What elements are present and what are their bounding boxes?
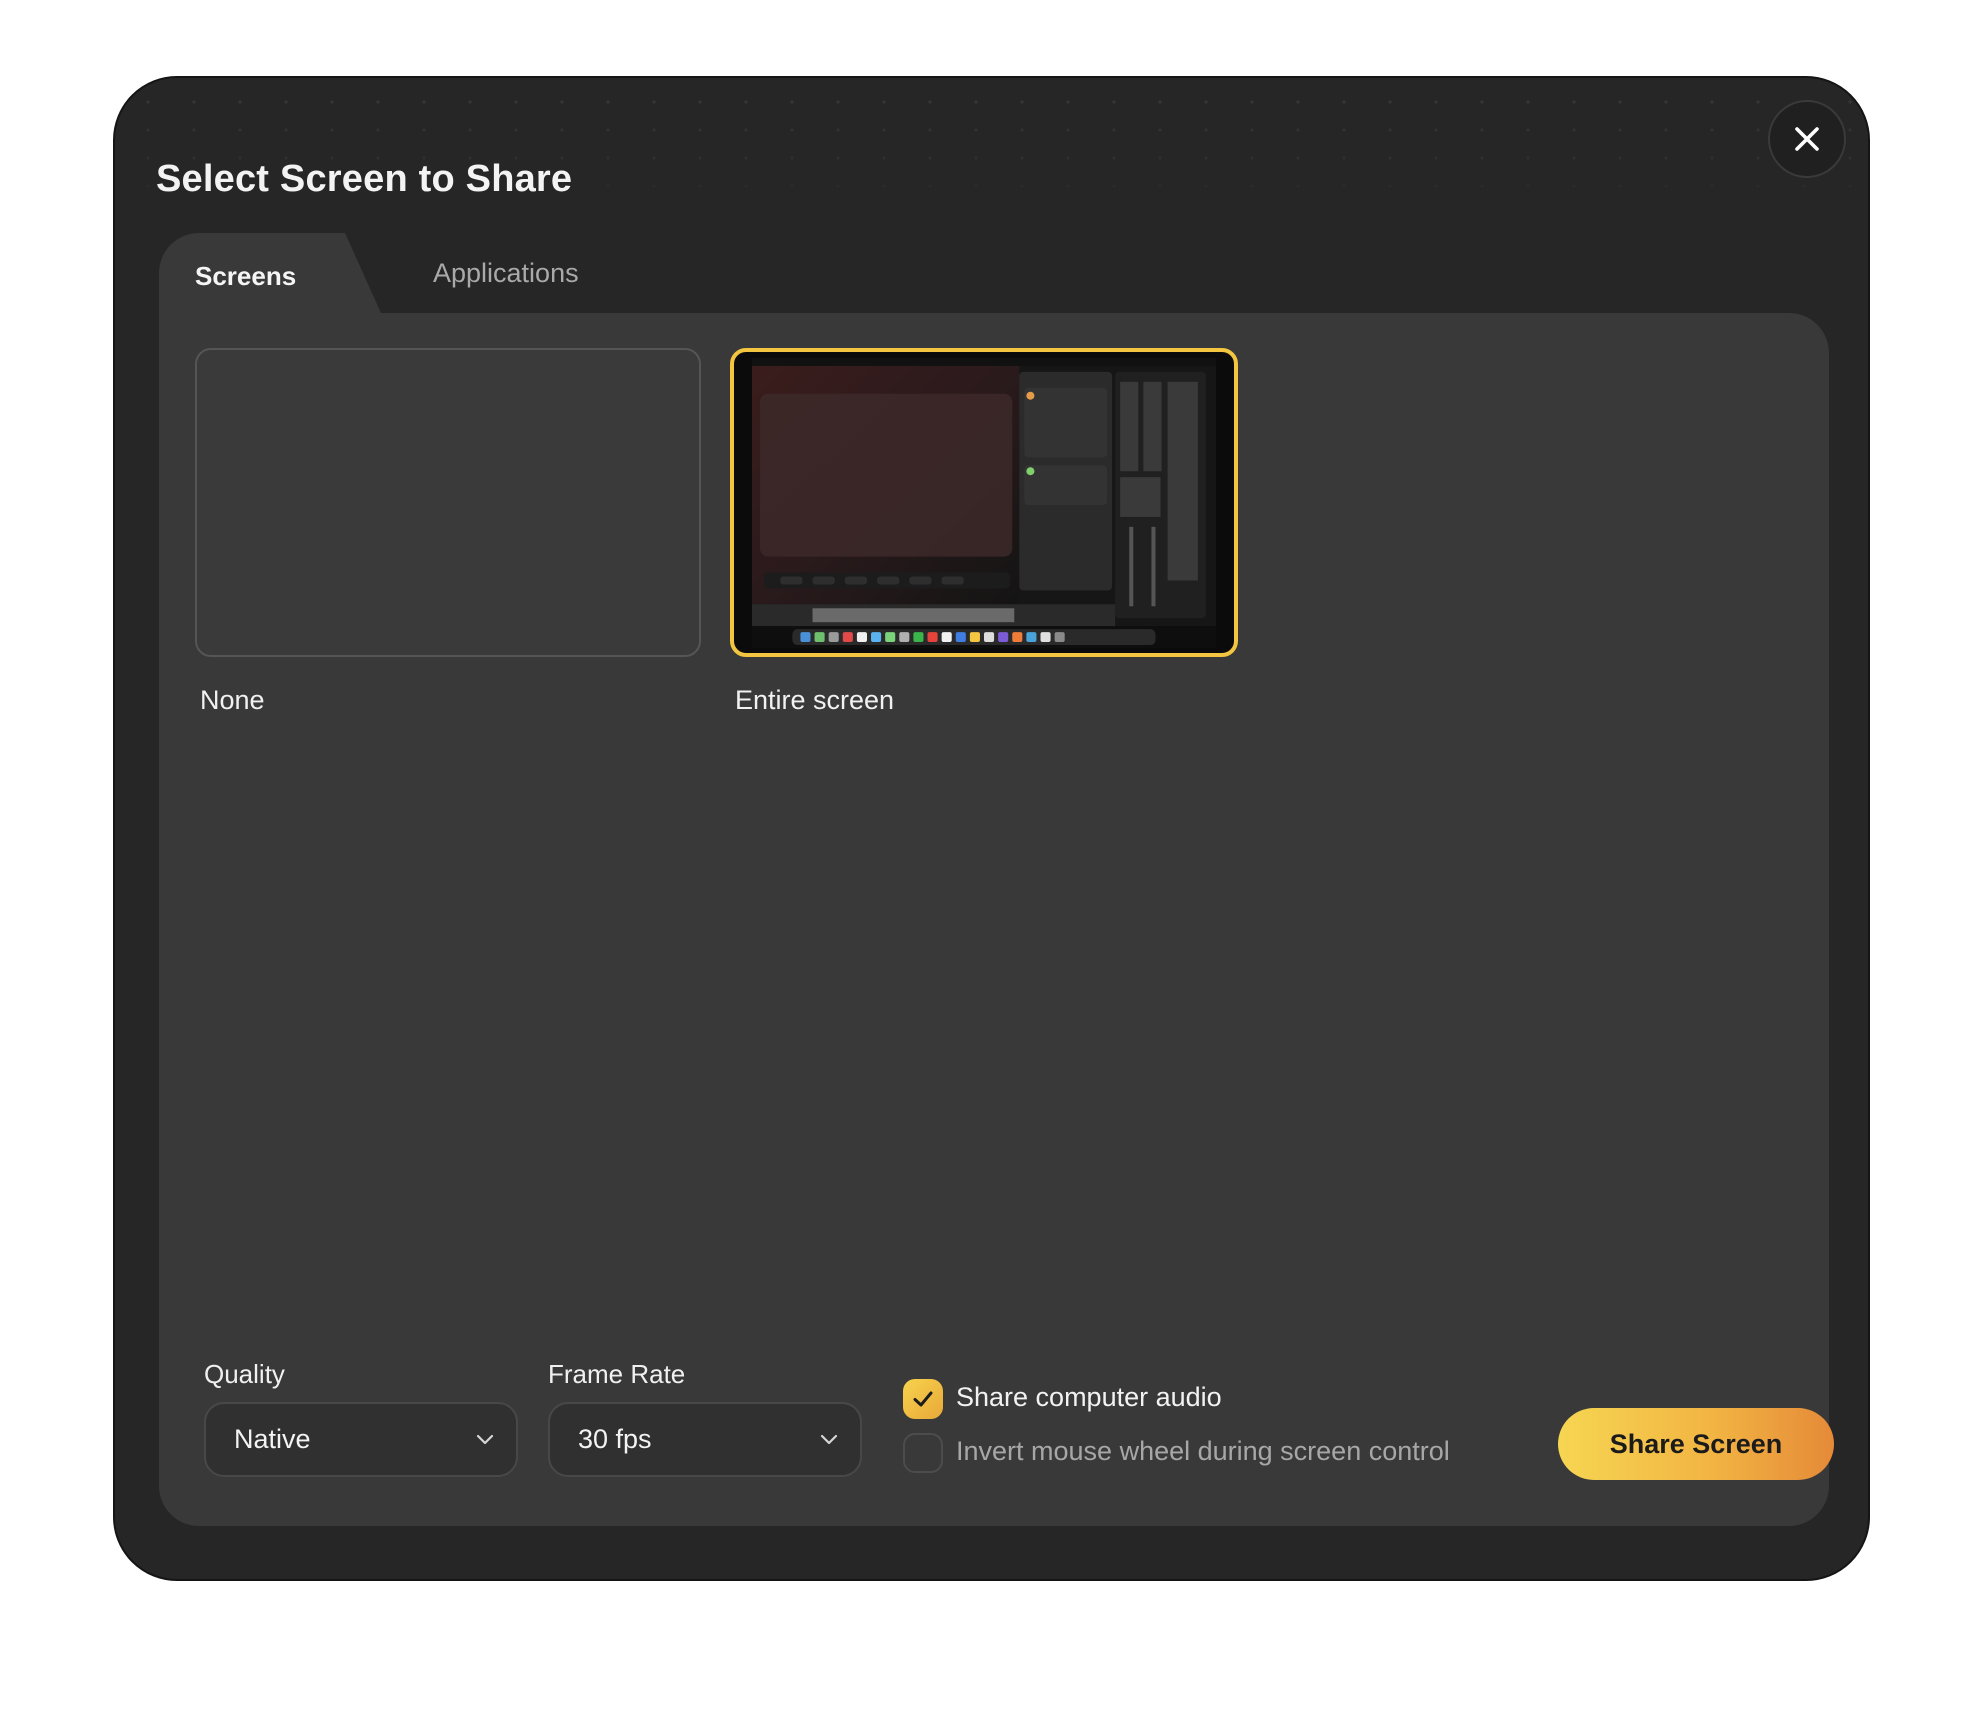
dot-pattern-decoration [115, 78, 1868, 228]
frame-rate-select[interactable]: 30 fps [548, 1402, 862, 1477]
checkmark-icon [913, 1391, 933, 1407]
chevron-down-icon [820, 1434, 838, 1445]
share-audio-checkbox[interactable] [903, 1379, 943, 1419]
share-screen-dialog: Select Screen to Share Screens Applicati… [113, 76, 1870, 1581]
source-card-none[interactable] [195, 348, 701, 657]
quality-value: Native [234, 1424, 311, 1454]
quality-select[interactable]: Native [204, 1402, 518, 1477]
dialog-title: Select Screen to Share [156, 158, 573, 200]
quality-label: Quality [204, 1359, 285, 1389]
tab-screens-label: Screens [195, 261, 297, 291]
chevron-down-icon [476, 1434, 494, 1445]
invert-wheel-checkbox[interactable] [903, 1433, 943, 1473]
source-card-entire-screen[interactable] [730, 348, 1238, 657]
share-audio-label: Share computer audio [956, 1382, 1222, 1412]
share-screen-button[interactable]: Share Screen [1558, 1408, 1834, 1480]
close-icon [1795, 127, 1819, 151]
tab-applications-label: Applications [433, 258, 579, 288]
source-label-none: None [200, 685, 265, 715]
close-button[interactable] [1768, 100, 1846, 178]
screens-panel: None Entire screen Quality Native Frame … [159, 313, 1834, 1526]
tab-screens[interactable]: Screens [159, 233, 341, 313]
source-label-entire-screen: Entire screen [735, 685, 895, 715]
invert-wheel-label: Invert mouse wheel during screen control [956, 1436, 1450, 1466]
tab-applications[interactable]: Applications [433, 258, 579, 289]
frame-rate-label: Frame Rate [548, 1359, 686, 1389]
screen-preview-thumbnail [752, 358, 1216, 648]
frame-rate-value: 30 fps [578, 1424, 652, 1454]
